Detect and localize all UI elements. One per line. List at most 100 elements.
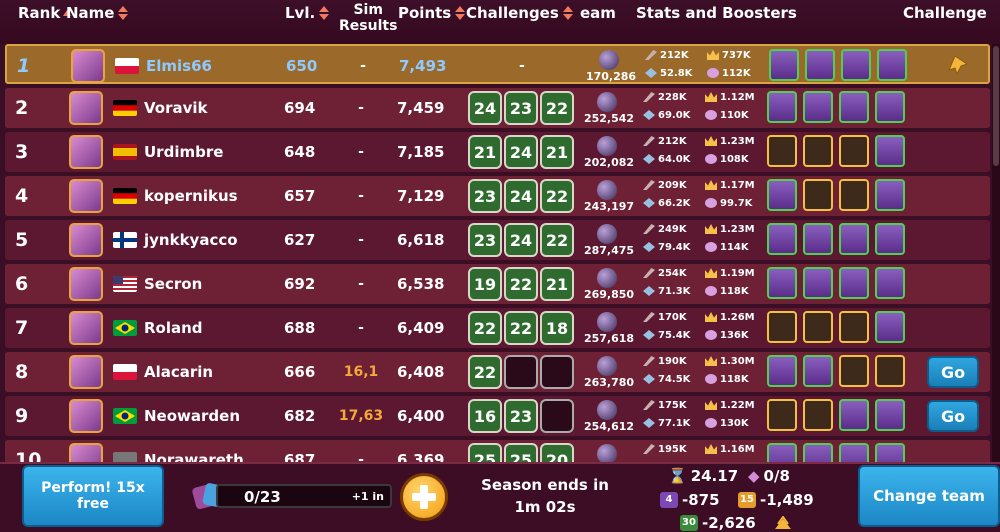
sim-result: - [358,232,364,248]
table-row[interactable]: 6 Secron 692 - 6,538 19 22 21 269,850 254K 1.19M 71… [5,264,990,304]
booster-icon[interactable] [875,91,905,123]
rank-column-header[interactable]: Rank [18,4,72,22]
sort-icon [318,6,330,20]
booster-icon[interactable] [767,399,797,431]
player-name[interactable]: Neowarden [144,396,240,436]
chance-value: 99.7K [720,198,753,209]
player-name[interactable]: Elmis66 [146,46,212,86]
booster-icon[interactable] [767,223,797,255]
booster-icon[interactable] [839,311,869,343]
challenge-score: 21 [540,267,574,301]
challenge-score: 22 [504,311,538,345]
booster-icon[interactable] [767,311,797,343]
table-row[interactable]: 3 Urdimbre 648 - 7,185 21 24 21 202,082 212K 1.23M… [5,132,990,172]
challenges-column-header[interactable]: Challenges [466,4,574,22]
booster-icon[interactable] [767,91,797,123]
avatar[interactable] [69,91,103,125]
chance-value: 118K [720,286,749,297]
booster-icon[interactable] [803,135,833,167]
avatar[interactable] [69,355,103,389]
name-column-header[interactable]: Name [66,4,129,22]
booster-icon[interactable] [839,355,869,387]
avatar[interactable] [69,443,103,462]
player-name[interactable]: Roland [144,308,203,348]
add-energy-button[interactable] [400,473,448,521]
chance-value: 112K [722,68,751,79]
booster-icon[interactable] [767,267,797,299]
table-row[interactable]: 4 kopernikus 657 - 7,129 23 24 22 243,197 209K 1.1… [5,176,990,216]
rank-number: 5 [15,229,29,251]
table-row[interactable]: 5 jynkkyacco 627 - 6,618 23 24 22 287,475 249K 1.2… [5,220,990,260]
avatar[interactable] [69,223,103,257]
country-flag-icon [113,276,137,292]
booster-icon[interactable] [875,443,905,462]
avatar[interactable] [69,179,103,213]
booster-icon[interactable] [875,267,905,299]
booster-icon[interactable] [839,399,869,431]
attack-stat: 209K [643,180,687,191]
timer-stat: ⌛ 24.17 [668,467,738,485]
go-challenge-button[interactable]: Go [927,356,979,388]
booster-icon[interactable] [839,179,869,211]
player-name[interactable]: Secron [144,264,202,304]
booster-icon[interactable] [875,355,905,387]
player-name[interactable]: Voravik [144,88,208,128]
table-row[interactable]: 1 Elmis66 650 - 7,493 - 170,286 212K 737K 52.8K 11… [5,44,990,84]
booster-icon[interactable] [767,179,797,211]
table-row[interactable]: 7 Roland 688-6,409 22 22 18 257,618 170K 1.26M 75… [5,308,990,348]
booster-icon[interactable] [875,223,905,255]
player-name[interactable]: Alacarin [144,352,213,392]
player-name[interactable]: jynkkyacco [144,220,238,260]
booster-icon[interactable] [769,49,799,81]
player-level: 688 [284,319,316,337]
avatar[interactable] [69,135,103,169]
booster-icon[interactable] [803,443,833,462]
defense-stat: 77.1K [643,418,690,429]
pin-icon[interactable] [947,54,969,76]
perform-label: Perform! 15x [41,480,145,496]
go-challenge-button[interactable]: Go [927,400,979,432]
booster-icon[interactable] [803,399,833,431]
booster-icon[interactable] [803,355,833,387]
avatar[interactable] [69,311,103,345]
player-name[interactable]: kopernikus [144,176,238,216]
booster-icon[interactable] [767,135,797,167]
booster-icon[interactable] [803,179,833,211]
player-name[interactable]: Norawareth [144,440,244,462]
table-row[interactable]: 8 Alacarin 666 16,1 6,408 22 263,780 190K 1.30M 7… [5,352,990,392]
challenge-score: 24 [504,135,538,169]
rank-badge: 30 [680,515,698,531]
table-row[interactable]: 2 Voravik 694 - 7,459 24 23 22 252,542 228K 1.12M 6… [5,88,990,128]
booster-icon[interactable] [877,49,907,81]
booster-icon[interactable] [875,135,905,167]
avatar[interactable] [69,399,103,433]
change-team-button[interactable]: Change team [858,465,1000,527]
booster-icon[interactable] [839,135,869,167]
booster-icon[interactable] [805,49,835,81]
lvl-column-header[interactable]: Lvl. [285,4,330,22]
avatar[interactable] [69,267,103,301]
table-row[interactable]: 10 Norawareth 687-6,369 25 25 20 195K 1.16M [5,440,990,462]
avatar[interactable] [71,49,105,83]
booster-icon[interactable] [839,443,869,462]
booster-icon[interactable] [803,223,833,255]
booster-icon[interactable] [803,311,833,343]
booster-icon[interactable] [767,443,797,462]
booster-icon[interactable] [875,399,905,431]
booster-icon[interactable] [839,267,869,299]
booster-icon[interactable] [875,311,905,343]
booster-icon[interactable] [839,91,869,123]
booster-icon[interactable] [767,355,797,387]
defense-value: 74.5K [658,374,691,385]
defense-value: 75.4K [658,330,691,341]
perform-free-button[interactable]: Perform! 15x free [22,465,164,527]
booster-icon[interactable] [839,223,869,255]
table-row[interactable]: 9 Neowarden 682 17,63 6,400 16 23 254,612 175K 1.… [5,396,990,436]
booster-icon[interactable] [803,267,833,299]
booster-icon[interactable] [803,91,833,123]
scrollbar-thumb[interactable] [993,46,999,166]
points-column-header[interactable]: Points [398,4,466,22]
player-name[interactable]: Urdimbre [144,132,223,172]
booster-icon[interactable] [875,179,905,211]
booster-icon[interactable] [841,49,871,81]
